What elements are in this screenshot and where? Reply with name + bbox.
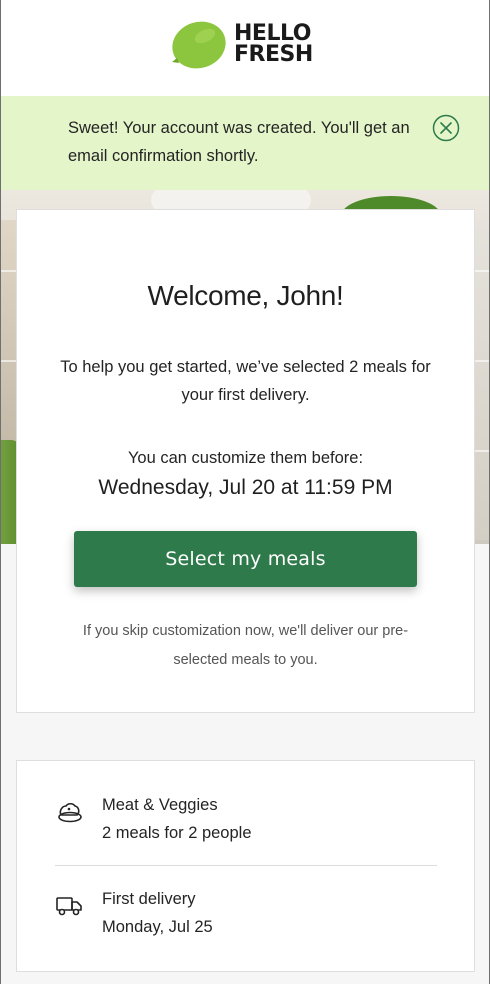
delivery-truck-icon (56, 897, 82, 916)
account-created-banner: Sweet! Your account was created. You'll … (1, 96, 489, 190)
select-meals-button[interactable]: Select my meals (74, 531, 417, 587)
logo-line-1: HELLO (234, 21, 311, 46)
plan-detail: 2 meals for 2 people (102, 824, 252, 842)
plan-row: Meat & Veggies 2 meals for 2 people (55, 791, 437, 857)
intro-text: To help you get started, we’ve selected … (60, 358, 431, 404)
customize-label: You can customize them before: (127, 449, 364, 467)
page: HELLO FRESH Sweet! Your account was crea… (0, 0, 490, 984)
wood-table-right (473, 220, 489, 540)
header: HELLO FRESH (1, 0, 489, 96)
summary-divider (55, 865, 437, 866)
delivery-title: First delivery (102, 890, 196, 908)
customize-deadline: Wednesday, Jul 20 at 11:59 PM (98, 476, 393, 499)
meal-plan-icon (58, 802, 82, 823)
welcome-card: Welcome, John! To help you get started, … (16, 209, 475, 713)
hellofresh-logo[interactable]: HELLO FRESH (168, 18, 313, 70)
logo-wordmark: HELLO FRESH (234, 21, 313, 67)
order-summary-card: Meat & Veggies 2 meals for 2 people Firs… (16, 760, 475, 972)
logo-line-2: FRESH (234, 42, 313, 67)
plan-title: Meat & Veggies (102, 796, 218, 814)
delivery-row: First delivery Monday, Jul 25 (55, 885, 437, 951)
banner-message: Sweet! Your account was created. You'll … (68, 119, 410, 165)
lime-icon (172, 21, 226, 69)
welcome-title: Welcome, John! (147, 280, 344, 311)
skip-customization-note: If you skip customization now, we'll del… (82, 623, 409, 668)
delivery-date: Monday, Jul 25 (102, 918, 213, 936)
close-circle-icon[interactable] (432, 114, 460, 142)
